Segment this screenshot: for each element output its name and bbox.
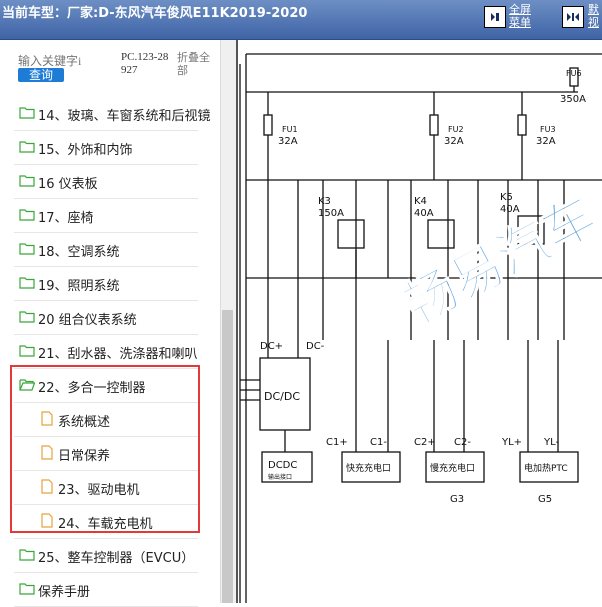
pc-code: PC.123-28927 <box>121 51 169 76</box>
tree-item-label: 保养手册 <box>38 585 91 600</box>
tree-folder-item[interactable]: 保养手册 <box>0 573 214 607</box>
tree-item-label: 25、整车控制器（EVCU） <box>38 551 195 566</box>
folder-icon <box>19 243 35 255</box>
tree-item-label: 19、照明系统 <box>38 279 120 294</box>
folder-icon <box>19 107 35 119</box>
folder-icon <box>19 345 35 357</box>
fold-all-button[interactable]: 折叠全部 <box>177 51 217 77</box>
terminal-c1-plus: C1+ <box>326 437 348 448</box>
slow-charge-port-label: 慢充充电口 <box>430 462 475 474</box>
tree-folder-item[interactable]: 17、座椅 <box>0 199 214 233</box>
tree-folder-item[interactable]: 19、照明系统 <box>0 267 214 301</box>
fuse-fu6-rating: 350A <box>560 94 586 105</box>
expand-icon <box>567 13 579 21</box>
folder-icon <box>19 209 35 221</box>
fuse-fu1-label: FU1 <box>282 125 298 134</box>
folder-icon <box>19 583 35 595</box>
terminal-dc-plus: DC+ <box>260 341 283 352</box>
default-view-button[interactable] <box>562 6 584 28</box>
tree-folder-item[interactable]: 14、玻璃、车窗系统和后视镜 <box>0 97 214 131</box>
fullscreen-icon <box>491 13 499 21</box>
tree-item-label: 20 组合仪表系统 <box>38 313 137 328</box>
folder-icon <box>19 175 35 187</box>
tree-folder-item[interactable]: 25、整车控制器（EVCU） <box>0 539 214 573</box>
tree-item-label: 16 仪表板 <box>38 177 98 192</box>
tree-folder-item[interactable]: 15、外饰和内饰 <box>0 131 214 165</box>
tree-item-label: 14、玻璃、车窗系统和后视镜 <box>38 109 211 124</box>
tree-folder-item[interactable]: 16 仪表板 <box>0 165 214 199</box>
fuse-fu2-label: FU2 <box>448 125 464 134</box>
fuse-fu3-label: FU3 <box>540 125 556 134</box>
relay-k4-label: K4 <box>414 196 427 207</box>
terminal-c1-minus: C1- <box>370 437 387 448</box>
terminal-yl-plus: YL+ <box>501 437 522 448</box>
wiring-diagram: FU1 32A FU2 32A FU3 32A FU6 350A K3 150A… <box>238 40 602 603</box>
current-model-title: 当前车型：厂家:D-东风汽车俊风E11K2019-2020 <box>2 6 308 21</box>
tree-folder-item[interactable]: 21、刮水器、洗涤器和喇叭 <box>0 335 214 369</box>
sidebar-scrollbar-thumb[interactable] <box>222 310 233 603</box>
search-row: 查询 PC.123-28927 折叠全部 <box>0 40 220 90</box>
terminal-yl-minus: YL- <box>543 437 560 448</box>
group-g5-label: G5 <box>538 494 552 505</box>
fullscreen-button[interactable] <box>484 6 506 28</box>
default-view-link[interactable]: 默视 <box>588 3 599 29</box>
title-bar: 当前车型：厂家:D-东风汽车俊风E11K2019-2020 全屏 菜单 默视 <box>0 0 602 40</box>
relay-k3-label: K3 <box>318 196 331 207</box>
relay-k5-rating: 40A <box>500 204 520 215</box>
relay-k4-rating: 40A <box>414 208 434 219</box>
tree-folder-item[interactable]: 18、空调系统 <box>0 233 214 267</box>
fullscreen-link[interactable]: 全屏 菜单 <box>509 3 531 29</box>
ptc-heater-label: 电加热PTC <box>524 462 568 474</box>
tree-folder-item[interactable]: 20 组合仪表系统 <box>0 301 214 335</box>
relay-k3-rating: 150A <box>318 208 344 219</box>
highlight-box <box>10 365 200 533</box>
tree-item-label: 17、座椅 <box>38 211 94 226</box>
search-button[interactable]: 查询 <box>18 68 64 82</box>
dcdc-converter-label: DC/DC <box>264 390 300 403</box>
folder-icon <box>19 277 35 289</box>
relay-k5-label: K5 <box>500 192 513 203</box>
sidebar: 查询 PC.123-28927 折叠全部 14、玻璃、车窗系统和后视镜 15、外饰… <box>0 40 220 607</box>
folder-icon <box>19 311 35 323</box>
fuse-fu2-rating: 32A <box>444 136 464 147</box>
fuse-fu1-rating: 32A <box>278 136 298 147</box>
terminal-dc-minus: DC- <box>306 341 325 352</box>
terminal-c2-minus: C2- <box>454 437 471 448</box>
folder-icon <box>19 141 35 153</box>
tree-item-label: 18、空调系统 <box>38 245 120 260</box>
search-input[interactable] <box>18 53 118 69</box>
dcdc-output-label: DCDC <box>268 460 297 471</box>
fast-charge-port-label: 快充充电口 <box>346 462 391 474</box>
terminal-c2-plus: C2+ <box>414 437 436 448</box>
dcdc-output-sublabel: 输出接口 <box>268 473 292 481</box>
fuse-fu6-label: FU6 <box>566 69 582 78</box>
fuse-fu3-rating: 32A <box>536 136 556 147</box>
tree-item-label: 21、刮水器、洗涤器和喇叭 <box>38 347 198 362</box>
group-g3-label: G3 <box>450 494 464 505</box>
tree-item-label: 15、外饰和内饰 <box>38 143 133 158</box>
folder-icon <box>19 549 35 561</box>
